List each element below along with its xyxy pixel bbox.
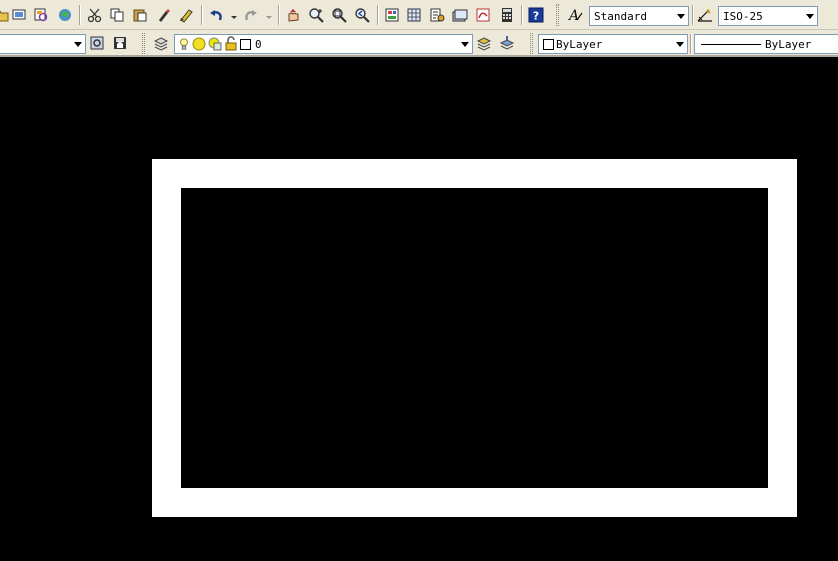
workspace-settings-icon[interactable] <box>89 35 105 51</box>
save-workspace-icon[interactable] <box>112 35 128 51</box>
text-style-icon[interactable]: A <box>568 7 584 23</box>
layer-properties-manager-icon[interactable] <box>153 35 169 51</box>
separator <box>690 34 692 54</box>
toolbar-grip[interactable] <box>142 33 145 54</box>
open-icon[interactable] <box>0 7 10 23</box>
plot-preview-icon[interactable] <box>33 7 49 23</box>
drawing-canvas[interactable] <box>0 59 838 561</box>
plot-icon[interactable] <box>11 7 27 23</box>
paste-icon[interactable] <box>132 7 148 23</box>
undo-icon[interactable] <box>208 7 224 23</box>
calculator-icon[interactable] <box>499 7 515 23</box>
layer-lock-icon[interactable] <box>223 36 239 52</box>
layers-properties-toolbar: 0 ByLayer ByLayer <box>0 30 838 57</box>
current-layer-name: 0 <box>255 37 262 51</box>
publish-icon[interactable] <box>57 7 73 23</box>
svg-text:A: A <box>568 8 579 23</box>
chevron-down-icon <box>71 35 85 53</box>
linetype-control-dropdown[interactable]: ByLayer <box>694 34 838 54</box>
text-style-dropdown[interactable]: Standard <box>589 6 689 26</box>
layer-on-bulb-icon[interactable] <box>177 36 191 52</box>
make-object-layer-current-icon[interactable] <box>476 35 492 51</box>
tool-palettes-icon[interactable] <box>429 7 445 23</box>
color-control-dropdown[interactable]: ByLayer <box>538 34 688 54</box>
layer-thaw-sun-icon[interactable] <box>191 36 207 52</box>
chevron-down-icon <box>673 35 687 53</box>
redo-icon[interactable] <box>243 7 259 23</box>
svg-text:?: ? <box>533 10 539 23</box>
block-editor-icon[interactable] <box>178 7 194 23</box>
chevron-down-icon <box>803 7 817 25</box>
separator <box>278 5 280 25</box>
separator <box>79 5 81 25</box>
dimension-style-dropdown[interactable]: ISO-25 <box>718 6 818 26</box>
undo-dropdown-icon[interactable] <box>229 9 239 25</box>
pan-realtime-icon[interactable] <box>285 7 301 23</box>
zoom-previous-icon[interactable] <box>354 7 370 23</box>
separator <box>521 5 523 25</box>
linetype-preview <box>701 43 761 45</box>
zoom-realtime-icon[interactable] <box>308 7 324 23</box>
separator <box>377 5 379 25</box>
layer-dropdown[interactable]: 0 <box>174 34 473 54</box>
outer-rectangle[interactable] <box>152 159 797 517</box>
help-icon[interactable]: ? <box>528 7 544 23</box>
sheet-set-manager-icon[interactable] <box>452 7 468 23</box>
chevron-down-icon <box>674 7 688 25</box>
chevron-down-icon <box>458 35 472 53</box>
workspace-dropdown[interactable] <box>0 34 86 54</box>
color-swatch <box>543 38 554 50</box>
layer-color-swatch <box>240 38 251 50</box>
markup-set-manager-icon[interactable] <box>475 7 491 23</box>
redo-dropdown-icon[interactable] <box>264 9 274 25</box>
properties-icon[interactable] <box>384 7 400 23</box>
copy-icon[interactable] <box>109 7 125 23</box>
text-style-value: Standard <box>594 9 647 23</box>
separator <box>201 5 203 25</box>
color-value: ByLayer <box>556 37 603 51</box>
cut-icon[interactable] <box>87 7 103 23</box>
dimension-style-value: ISO-25 <box>723 9 763 23</box>
design-center-icon[interactable] <box>406 7 422 23</box>
separator <box>692 5 694 25</box>
dimension-style-icon[interactable] <box>697 7 713 23</box>
standard-toolbar: ? A Standard ISO-25 <box>0 0 838 30</box>
layer-previous-icon[interactable] <box>499 35 515 51</box>
toolbar-grip[interactable] <box>556 4 559 26</box>
toolbar-grip[interactable] <box>530 33 533 54</box>
layer-viewport-icon[interactable] <box>207 36 223 52</box>
match-properties-icon[interactable] <box>156 7 172 23</box>
linetype-value: ByLayer <box>765 37 812 51</box>
inner-rectangle[interactable] <box>181 188 768 488</box>
zoom-window-icon[interactable] <box>331 7 347 23</box>
